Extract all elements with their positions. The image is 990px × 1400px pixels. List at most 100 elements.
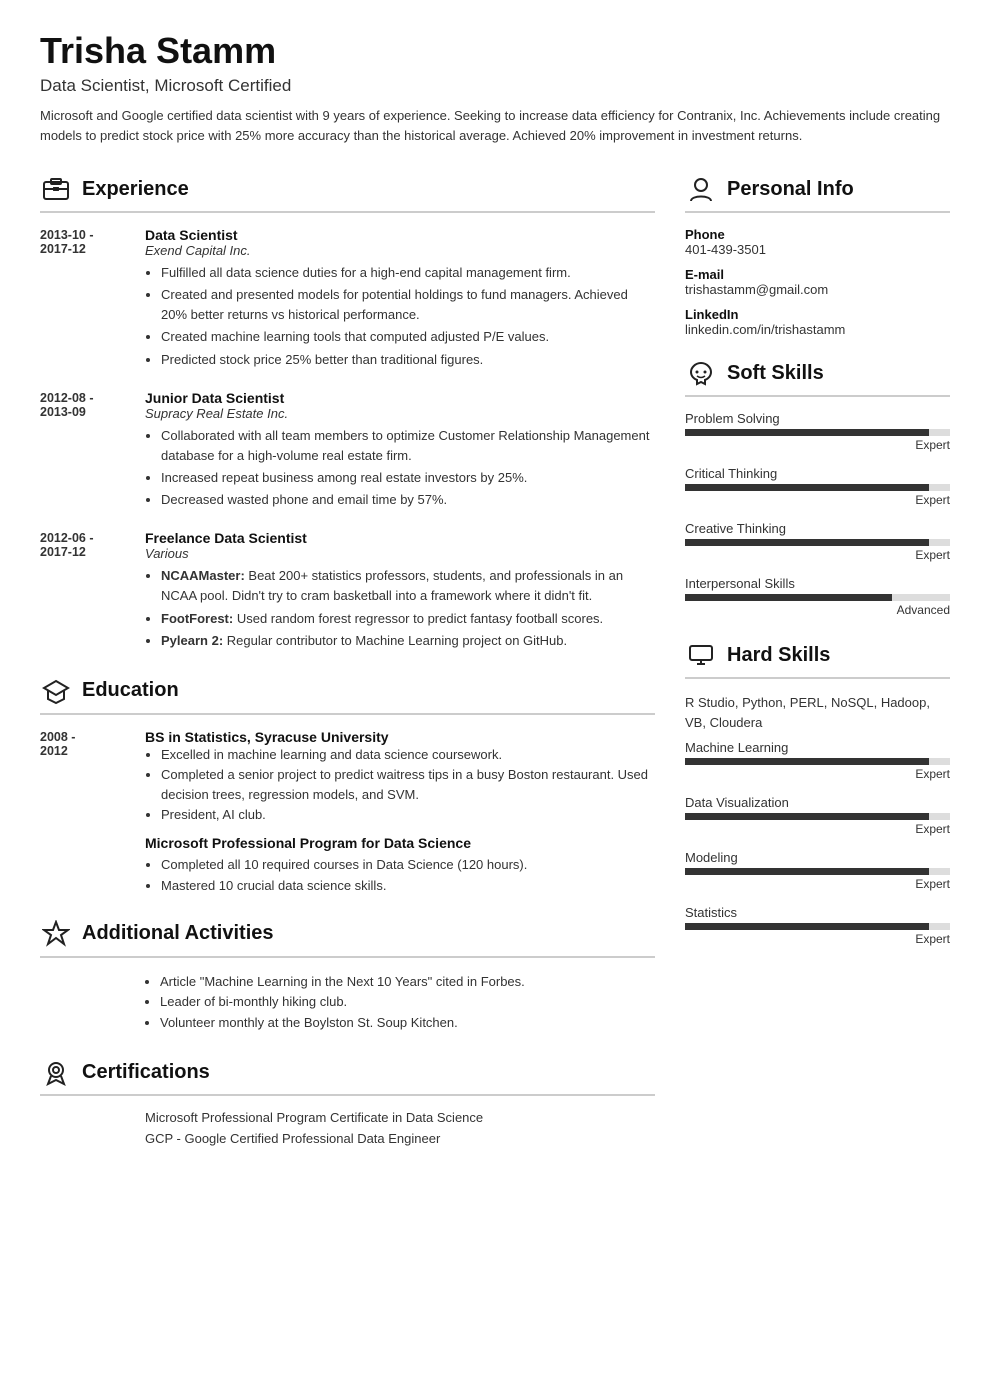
personal-info-value: linkedin.com/in/trishastamm xyxy=(685,322,950,337)
edu-bullet: Completed a senior project to predict wa… xyxy=(161,765,655,805)
personal-info-value: trishastamm@gmail.com xyxy=(685,282,950,297)
personal-info-icon xyxy=(685,173,717,205)
skill-item: Machine LearningExpert xyxy=(685,740,950,781)
cert-item: GCP - Google Certified Professional Data… xyxy=(40,1131,655,1146)
additional-section-header: Additional Activities xyxy=(40,918,655,958)
edu-cert-bullets: Completed all 10 required courses in Dat… xyxy=(145,855,655,895)
exp-bullet: Decreased wasted phone and email time by… xyxy=(161,490,655,510)
skill-name: Critical Thinking xyxy=(685,466,950,481)
hard-skills-title: Hard Skills xyxy=(727,644,830,667)
skill-item: Problem Solving Expert xyxy=(685,411,950,452)
exp-bullet: Pylearn 2: Regular contributor to Machin… xyxy=(161,631,655,651)
main-columns: Experience 2013-10 - 2017-12Data Scienti… xyxy=(40,173,950,1168)
certifications-items: Microsoft Professional Program Certifica… xyxy=(40,1110,655,1146)
header-name: Trisha Stamm xyxy=(40,30,950,72)
skill-bar-fill xyxy=(685,758,929,765)
skill-bar-container xyxy=(685,539,950,546)
skill-level-label: Expert xyxy=(685,822,950,836)
personal-info-section: Personal Info Phone401-439-3501 E-mailtri… xyxy=(685,173,950,337)
skill-bar-container xyxy=(685,813,950,820)
exp-dates: 2012-08 - 2013-09 xyxy=(40,390,145,513)
skill-item: Critical ThinkingExpert xyxy=(685,466,950,507)
soft-skills-header: Soft Skills xyxy=(685,357,950,397)
skill-level-label: Advanced xyxy=(685,603,950,617)
additional-bullet: Article "Machine Learning in the Next 10… xyxy=(160,972,655,993)
experience-title: Experience xyxy=(82,178,189,201)
soft-skills-items: Problem SolvingExpertCritical ThinkingEx… xyxy=(685,411,950,617)
resume-wrapper: Trisha Stamm Data Scientist, Microsoft C… xyxy=(0,0,990,1198)
skill-level-label: Expert xyxy=(685,877,950,891)
exp-bullets: Fulfilled all data science duties for a … xyxy=(145,263,655,370)
personal-info-item: Phone401-439-3501 xyxy=(685,227,950,257)
cert-item: Microsoft Professional Program Certifica… xyxy=(40,1110,655,1125)
exp-bullet: Created machine learning tools that comp… xyxy=(161,327,655,347)
personal-info-item: LinkedInlinkedin.com/in/trishastamm xyxy=(685,307,950,337)
edu-bullet: Excelled in machine learning and data sc… xyxy=(161,745,655,765)
exp-content: Junior Data ScientistSupracy Real Estate… xyxy=(145,390,655,513)
exp-job-title: Freelance Data Scientist xyxy=(145,530,655,546)
hard-skills-icon xyxy=(685,639,717,671)
exp-bullet: NCAAMaster: Beat 200+ statistics profess… xyxy=(161,566,655,606)
exp-bullet: Increased repeat business among real est… xyxy=(161,468,655,488)
edu-cert-title: Microsoft Professional Program for Data … xyxy=(145,835,655,851)
edu-dates: 2008 - 2012 xyxy=(40,729,145,896)
skill-item: Creative Thinking Expert xyxy=(685,521,950,562)
exp-bullet: FootForest: Used random forest regressor… xyxy=(161,609,655,629)
personal-info-label: Phone xyxy=(685,227,950,242)
skill-level-label: Expert xyxy=(685,548,950,562)
personal-info-items: Phone401-439-3501 E-mailtrishastamm@gmail… xyxy=(685,227,950,337)
header-title: Data Scientist, Microsoft Certified xyxy=(40,76,950,96)
edu-bullets: Excelled in machine learning and data sc… xyxy=(145,745,655,826)
skill-bar-container xyxy=(685,923,950,930)
personal-info-title: Personal Info xyxy=(727,178,854,201)
edu-degree: BS in Statistics, Syracuse University xyxy=(145,729,655,745)
edu-cert-bullet: Mastered 10 crucial data science skills. xyxy=(161,876,655,896)
skill-name: Creative Thinking xyxy=(685,521,950,536)
edu-cert-bullet: Completed all 10 required courses in Dat… xyxy=(161,855,655,875)
skill-item: Data Visualization Expert xyxy=(685,795,950,836)
soft-skills-title: Soft Skills xyxy=(727,362,824,385)
education-section-header: Education xyxy=(40,675,655,715)
experience-icon xyxy=(40,173,72,205)
exp-bullet: Collaborated with all team members to op… xyxy=(161,426,655,466)
skill-name: Data Visualization xyxy=(685,795,950,810)
exp-company: Various xyxy=(145,546,655,561)
edu-content: BS in Statistics, Syracuse UniversityExc… xyxy=(145,729,655,896)
exp-bullet: Created and presented models for potenti… xyxy=(161,285,655,325)
skill-bar-fill xyxy=(685,923,929,930)
exp-company: Supracy Real Estate Inc. xyxy=(145,406,655,421)
exp-job-title: Data Scientist xyxy=(145,227,655,243)
exp-bullet: Predicted stock price 25% better than tr… xyxy=(161,350,655,370)
education-section: Education 2008 - 2012BS in Statistics, S… xyxy=(40,675,655,896)
header-section: Trisha Stamm Data Scientist, Microsoft C… xyxy=(40,30,950,145)
soft-skills-icon xyxy=(685,357,717,389)
experience-item: 2012-08 - 2013-09Junior Data ScientistSu… xyxy=(40,390,655,513)
header-summary: Microsoft and Google certified data scie… xyxy=(40,106,950,145)
additional-bullets: Article "Machine Learning in the Next 10… xyxy=(40,972,655,1034)
personal-info-header: Personal Info xyxy=(685,173,950,213)
exp-content: Freelance Data ScientistVarious NCAAMaste… xyxy=(145,530,655,653)
exp-company: Exend Capital Inc. xyxy=(145,243,655,258)
additional-title: Additional Activities xyxy=(82,922,274,945)
skill-bar-container xyxy=(685,758,950,765)
skill-bar-container xyxy=(685,594,950,601)
education-items: 2008 - 2012BS in Statistics, Syracuse Un… xyxy=(40,729,655,896)
skill-name: Problem Solving xyxy=(685,411,950,426)
additional-bullet: Volunteer monthly at the Boylston St. So… xyxy=(160,1013,655,1034)
exp-bullet: Fulfilled all data science duties for a … xyxy=(161,263,655,283)
edu-bullet: President, AI club. xyxy=(161,805,655,825)
skill-level-label: Expert xyxy=(685,438,950,452)
skill-bar-container xyxy=(685,868,950,875)
skill-bar-fill xyxy=(685,813,929,820)
skill-bar-fill xyxy=(685,868,929,875)
skill-bar-container xyxy=(685,429,950,436)
right-col: Personal Info Phone401-439-3501 E-mailtri… xyxy=(685,173,950,1168)
education-icon xyxy=(40,675,72,707)
skill-bar-fill xyxy=(685,484,929,491)
experience-items: 2013-10 - 2017-12Data ScientistExend Cap… xyxy=(40,227,655,653)
certifications-icon xyxy=(40,1056,72,1088)
personal-info-item: E-mailtrishastamm@gmail.com xyxy=(685,267,950,297)
hard-skills-list: R Studio, Python, PERL, NoSQL, Hadoop, V… xyxy=(685,693,950,732)
skill-name: Modeling xyxy=(685,850,950,865)
personal-info-value: 401-439-3501 xyxy=(685,242,950,257)
